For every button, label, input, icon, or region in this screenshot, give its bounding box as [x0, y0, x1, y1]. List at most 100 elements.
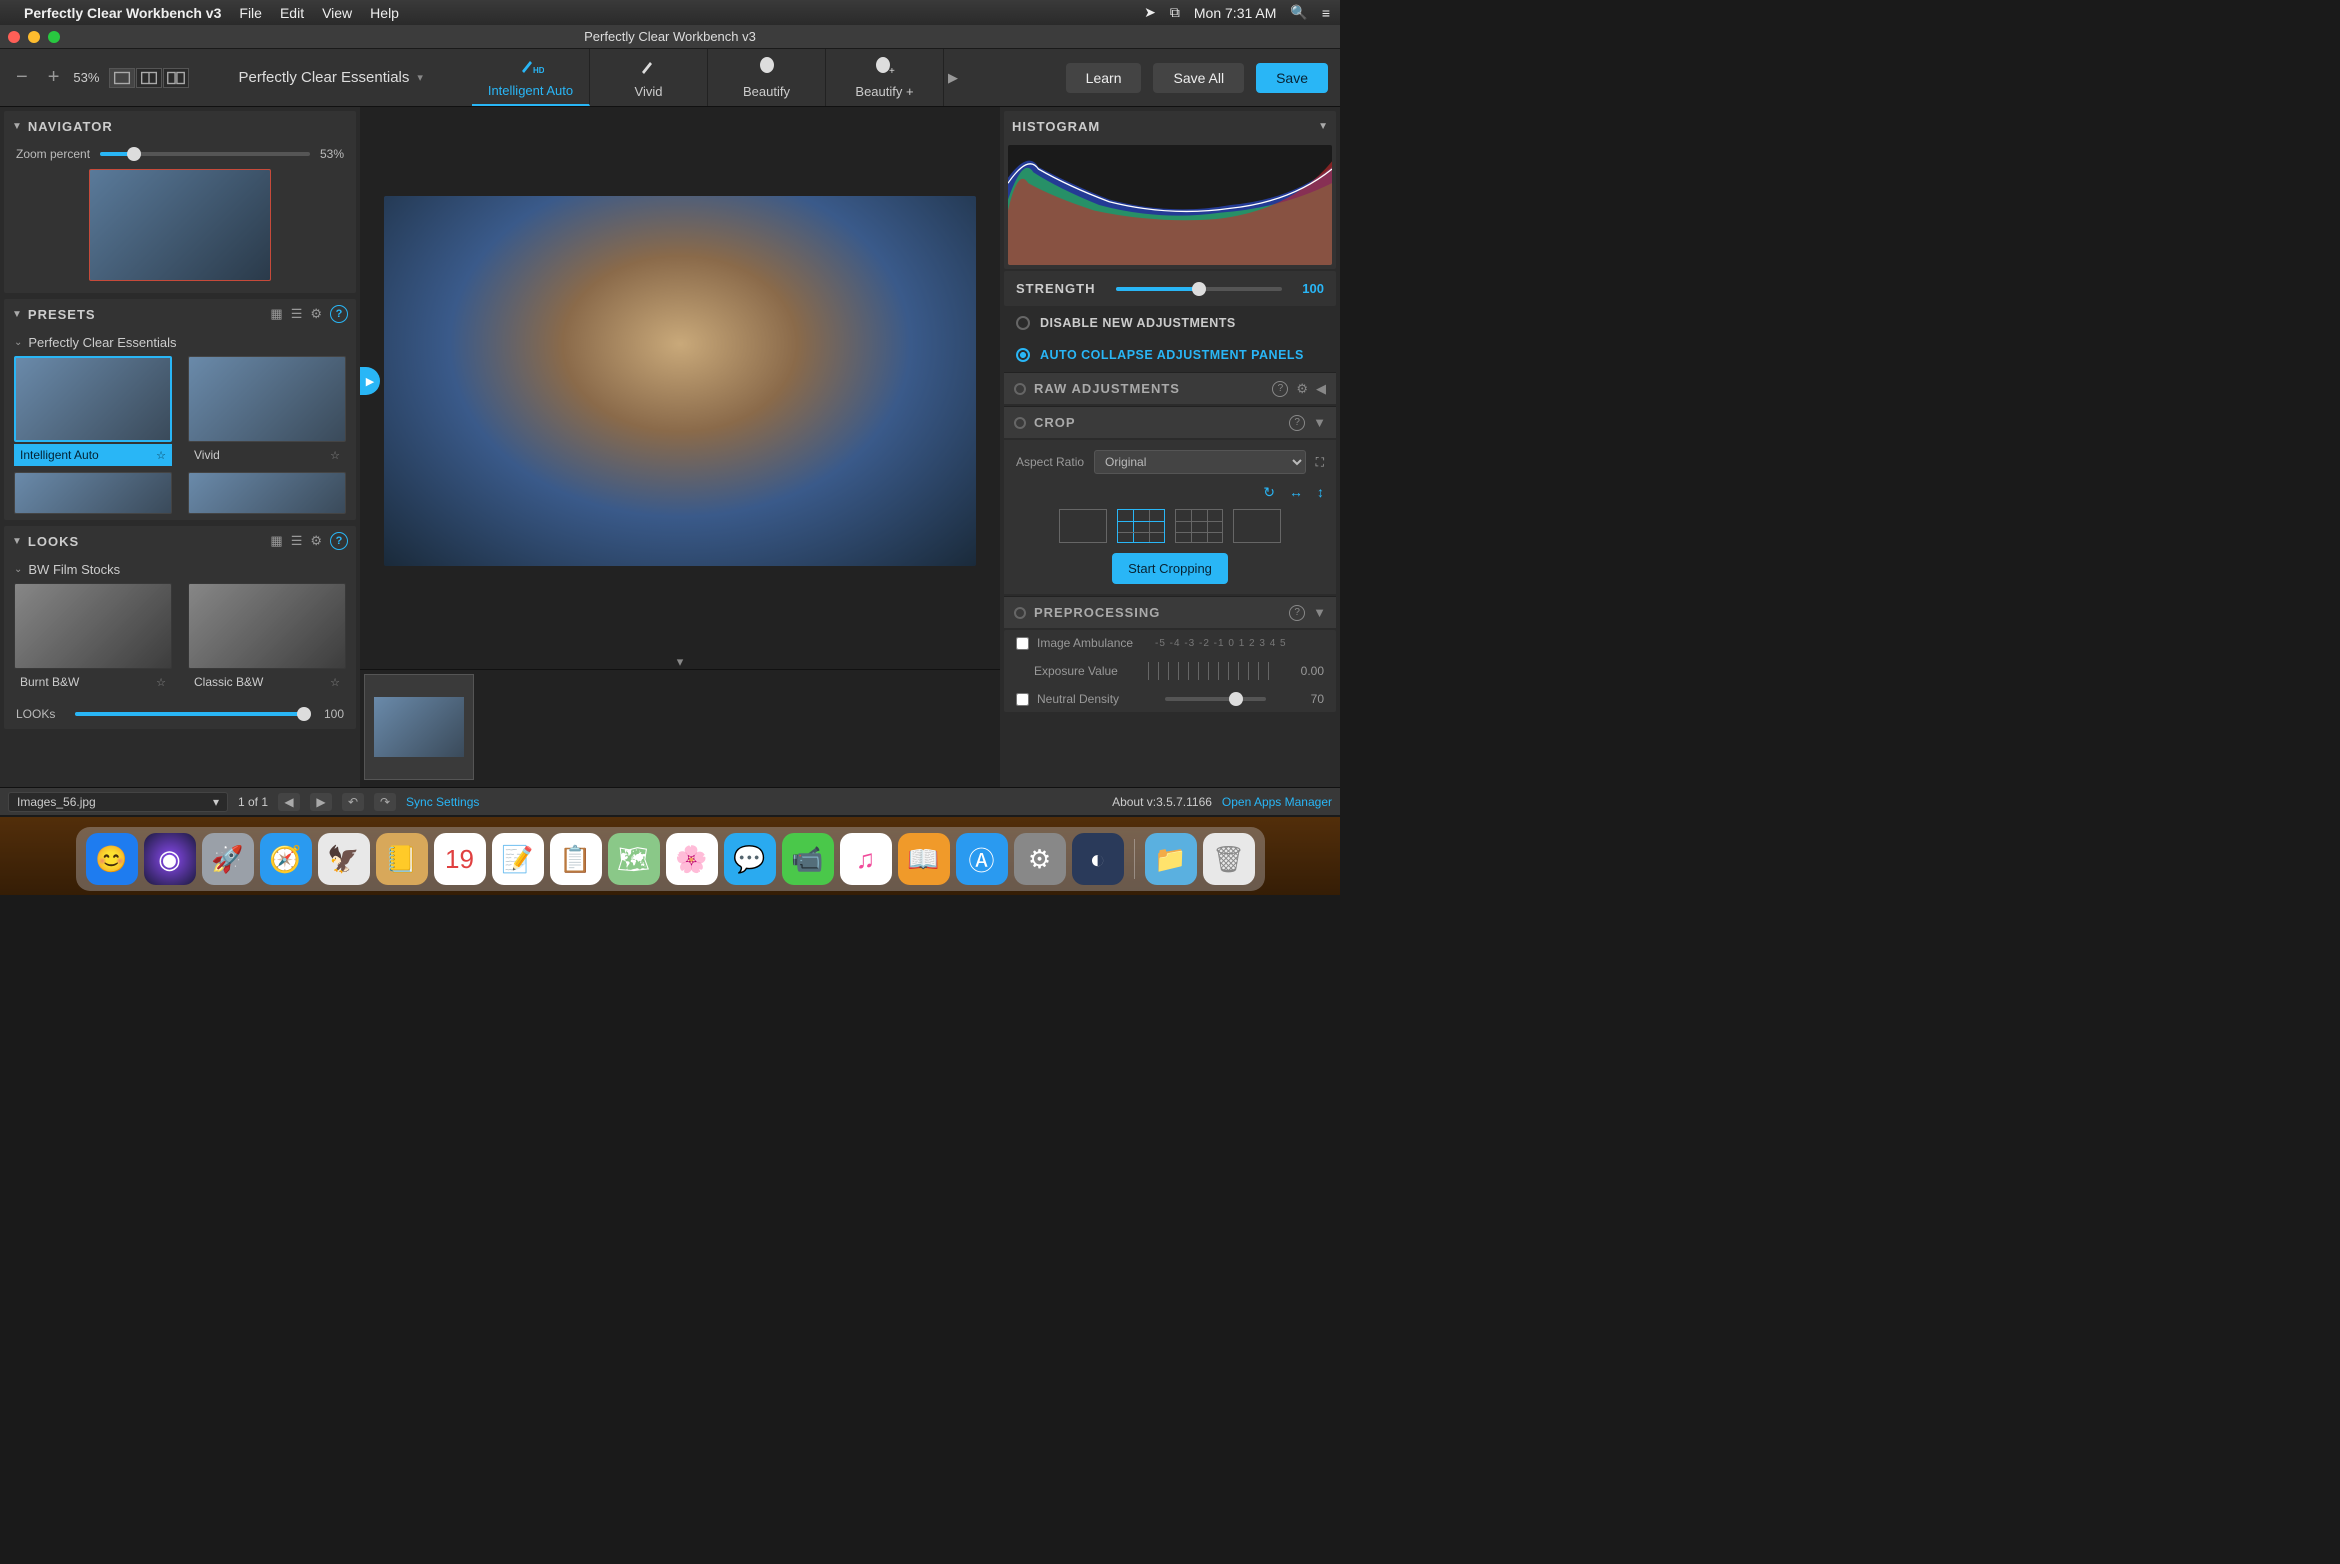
next-image-button[interactable]: ▶ — [310, 793, 332, 811]
favorite-icon[interactable]: ☆ — [330, 449, 340, 462]
dock-workbench[interactable]: ◐ — [1072, 833, 1124, 885]
view-split-icon[interactable] — [136, 68, 162, 88]
preset-intelligent-auto[interactable]: Intelligent Auto☆ — [14, 356, 172, 466]
zoom-slider[interactable] — [100, 152, 310, 156]
grid-quarters[interactable] — [1175, 509, 1223, 543]
strength-slider[interactable] — [1116, 287, 1283, 291]
dock-notes[interactable]: 📝 — [492, 833, 544, 885]
help-icon[interactable]: ? — [1289, 605, 1305, 621]
preset-item[interactable] — [14, 472, 172, 514]
tab-beautify-plus[interactable]: + Beautify + — [826, 49, 944, 106]
preprocessing-header[interactable]: PREPROCESSING ?▼ — [1004, 596, 1336, 628]
open-apps-manager-link[interactable]: Open Apps Manager — [1222, 795, 1332, 809]
neutral-density-slider[interactable] — [1165, 697, 1266, 701]
dock-launchpad[interactable]: 🚀 — [202, 833, 254, 885]
dock-facetime[interactable]: 📹 — [782, 833, 834, 885]
flip-horizontal-icon[interactable]: ↔ — [1289, 484, 1303, 501]
displays-icon[interactable]: ⧉ — [1170, 4, 1180, 21]
filmstrip-thumbnail[interactable] — [364, 674, 474, 780]
grid-view-icon[interactable]: ▦ — [270, 533, 282, 549]
menubar-app-name[interactable]: Perfectly Clear Workbench v3 — [24, 5, 221, 21]
zoom-in-button[interactable]: + — [42, 66, 66, 89]
collapse-icon[interactable]: ▼ — [1318, 121, 1328, 132]
help-icon[interactable]: ? — [330, 305, 348, 323]
close-window-button[interactable] — [8, 31, 20, 43]
aspect-ratio-select[interactable]: Original — [1094, 450, 1306, 474]
view-single-icon[interactable] — [109, 68, 135, 88]
raw-adjustments-header[interactable]: RAW ADJUSTMENTS ?⚙◀ — [1004, 372, 1336, 404]
preset-group-header[interactable]: ⌄ Perfectly Clear Essentials — [4, 329, 356, 356]
crop-header[interactable]: CROP ?▼ — [1004, 406, 1336, 438]
looks-strength-slider[interactable] — [75, 712, 304, 716]
favorite-icon[interactable]: ☆ — [330, 676, 340, 689]
collapse-icon[interactable]: ▼ — [12, 536, 22, 547]
section-toggle-icon[interactable] — [1014, 383, 1026, 395]
zoom-out-button[interactable]: − — [10, 66, 34, 89]
collapse-icon[interactable]: ▼ — [12, 309, 22, 320]
menu-edit[interactable]: Edit — [280, 5, 304, 21]
favorite-icon[interactable]: ☆ — [156, 676, 166, 689]
maximize-window-button[interactable] — [48, 31, 60, 43]
save-button[interactable]: Save — [1256, 63, 1328, 93]
crop-tool-icon[interactable]: ⛶ — [1316, 455, 1324, 470]
dock-mail[interactable]: 🦅 — [318, 833, 370, 885]
learn-button[interactable]: Learn — [1066, 63, 1142, 93]
image-ambulance-checkbox[interactable] — [1016, 637, 1029, 650]
dock-safari[interactable]: 🧭 — [260, 833, 312, 885]
help-icon[interactable]: ? — [330, 532, 348, 550]
tab-intelligent-auto[interactable]: HD Intelligent Auto — [472, 49, 590, 106]
section-toggle-icon[interactable] — [1014, 607, 1026, 619]
dock-calendar[interactable]: 19 — [434, 833, 486, 885]
gear-icon[interactable]: ⚙ — [310, 533, 322, 549]
collapse-icon[interactable]: ▼ — [12, 121, 22, 132]
collapse-icon[interactable]: ▼ — [1313, 415, 1326, 430]
rotate-icon[interactable]: ↻ — [1263, 484, 1275, 501]
menu-help[interactable]: Help — [370, 5, 399, 21]
dock-photos[interactable]: 🌸 — [666, 833, 718, 885]
tab-beautify[interactable]: Beautify — [708, 49, 826, 106]
filmstrip-collapse-icon[interactable]: ▾ — [360, 655, 1000, 669]
view-side-icon[interactable] — [163, 68, 189, 88]
grid-none[interactable] — [1059, 509, 1107, 543]
grid-golden[interactable] — [1233, 509, 1281, 543]
dock-ibooks[interactable]: 📖 — [898, 833, 950, 885]
preset-vivid[interactable]: Vivid☆ — [188, 356, 346, 466]
look-burnt-bw[interactable]: Burnt B&W☆ — [14, 583, 172, 693]
navigator-thumbnail[interactable] — [89, 169, 271, 281]
dock-reminders[interactable]: 📋 — [550, 833, 602, 885]
dock-trash[interactable]: 🗑 — [1203, 833, 1255, 885]
list-view-icon[interactable]: ☰ — [291, 533, 303, 549]
dock-messages[interactable]: 💬 — [724, 833, 776, 885]
image-viewer[interactable]: ▶ — [360, 107, 1000, 655]
collapse-icon[interactable]: ▼ — [1313, 605, 1326, 620]
dock-contacts[interactable]: 📒 — [376, 833, 428, 885]
undo-button[interactable]: ↶ — [342, 793, 364, 811]
list-view-icon[interactable]: ☰ — [291, 306, 303, 322]
dock-appstore[interactable]: Ⓐ — [956, 833, 1008, 885]
gear-icon[interactable]: ⚙ — [1296, 381, 1308, 397]
grid-thirds[interactable] — [1117, 509, 1165, 543]
dock-downloads[interactable]: 📁 — [1145, 833, 1197, 885]
save-all-button[interactable]: Save All — [1153, 63, 1244, 93]
minimize-window-button[interactable] — [28, 31, 40, 43]
collapse-left-icon[interactable]: ◀ — [1316, 381, 1326, 397]
auto-collapse-toggle[interactable]: AUTO COLLAPSE ADJUSTMENT PANELS — [1004, 340, 1336, 370]
disable-new-adjustments-toggle[interactable]: DISABLE NEW ADJUSTMENTS — [1004, 308, 1336, 338]
menubar-clock[interactable]: Mon 7:31 AM — [1194, 5, 1277, 21]
preset-dropdown[interactable]: Perfectly Clear Essentials ▾ — [199, 69, 462, 86]
spotlight-icon[interactable]: 🔍 — [1290, 4, 1307, 21]
neutral-density-checkbox[interactable] — [1016, 693, 1029, 706]
tabs-more-button[interactable]: ▶ — [944, 49, 962, 106]
dock-settings[interactable]: ⚙ — [1014, 833, 1066, 885]
before-after-toggle[interactable]: ▶ — [360, 367, 380, 395]
favorite-icon[interactable]: ☆ — [156, 449, 166, 462]
filename-dropdown[interactable]: Images_56.jpg▾ — [8, 792, 228, 812]
looks-group-header[interactable]: ⌄ BW Film Stocks — [4, 556, 356, 583]
look-classic-bw[interactable]: Classic B&W☆ — [188, 583, 346, 693]
exposure-slider[interactable] — [1148, 662, 1276, 680]
tab-vivid[interactable]: Vivid — [590, 49, 708, 106]
gear-icon[interactable]: ⚙ — [310, 306, 322, 322]
flip-vertical-icon[interactable]: ↕ — [1317, 484, 1324, 501]
dock-finder[interactable]: 😊 — [86, 833, 138, 885]
menu-file[interactable]: File — [239, 5, 262, 21]
